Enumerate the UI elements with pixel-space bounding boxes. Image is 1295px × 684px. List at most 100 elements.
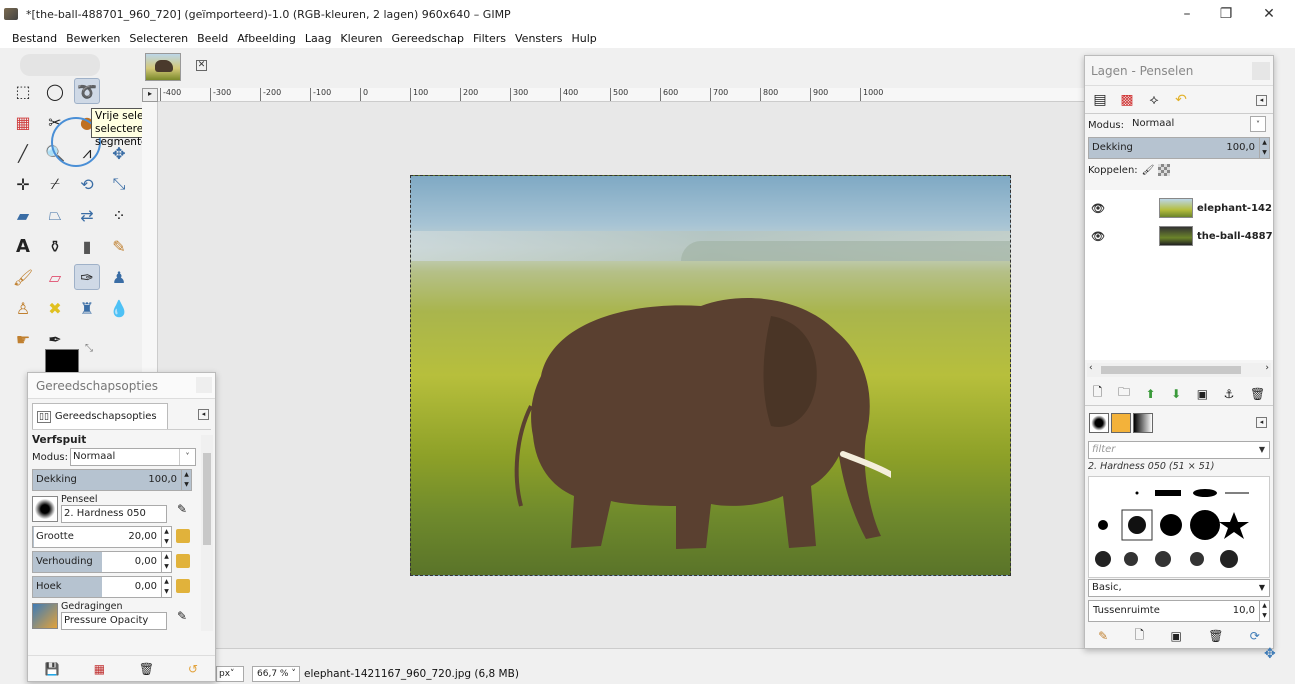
brush-grid[interactable]: [1088, 476, 1270, 578]
layer-row[interactable]: 👁 elephant-14211: [1085, 194, 1273, 222]
edit-brush-icon[interactable]: ✎: [1098, 629, 1108, 643]
menu-bestand[interactable]: Bestand: [12, 32, 57, 45]
flip-icon[interactable]: ⇄: [74, 202, 100, 228]
blur-icon[interactable]: 💧: [106, 295, 132, 321]
navigate-icon[interactable]: ✥: [1264, 646, 1276, 662]
rect-select-icon[interactable]: ⬚: [10, 78, 36, 104]
tab-tool-options[interactable]: ▯▯ Gereedschapsopties: [32, 403, 168, 429]
layer-opacity-slider[interactable]: Dekking 100,0 ▲ ▼: [1088, 137, 1270, 159]
layers-dock-title[interactable]: Lagen - Penselen: [1085, 56, 1273, 86]
ratio-slider[interactable]: Verhouding 0,00 ▲ ▼: [32, 551, 172, 573]
tab-paths-icon[interactable]: ⟡: [1143, 89, 1165, 111]
layer-row[interactable]: 👁 the-ball-488701: [1085, 222, 1273, 250]
dock-close-button[interactable]: [196, 377, 212, 393]
image-canvas[interactable]: [158, 102, 1084, 648]
color-picker-icon[interactable]: ╱: [10, 140, 36, 166]
dynamics-icon[interactable]: [32, 602, 58, 629]
new-layer-group-icon[interactable]: 🗀: [1118, 383, 1130, 404]
restore-options-icon[interactable]: ▦: [94, 662, 105, 676]
anchor-layer-icon[interactable]: ⚓: [1224, 387, 1235, 401]
menu-laag[interactable]: Laag: [305, 32, 332, 45]
ink-icon[interactable]: ♟: [106, 264, 132, 290]
menu-filters[interactable]: Filters: [473, 32, 506, 45]
visibility-eye-icon[interactable]: 👁: [1085, 202, 1111, 215]
airbrush-icon[interactable]: ✑: [74, 264, 100, 290]
scale-icon[interactable]: ⤡: [106, 171, 132, 197]
by-color-select-icon[interactable]: ▦: [10, 109, 36, 135]
menu-gereedschap[interactable]: Gereedschap: [391, 32, 464, 45]
spin-buttons[interactable]: ▲ ▼: [161, 552, 171, 572]
tab-gradients-icon[interactable]: [1133, 413, 1153, 433]
crop-icon[interactable]: ⌿: [42, 171, 68, 197]
ellipse-select-icon[interactable]: ◯: [42, 78, 68, 104]
size-slider[interactable]: Grootte 20,00 ▲ ▼: [32, 526, 172, 548]
tab-menu-icon[interactable]: ◂: [1256, 417, 1267, 428]
scroll-right-icon[interactable]: ›: [1265, 363, 1269, 373]
layer-name[interactable]: the-ball-488701: [1197, 231, 1273, 242]
lock-alpha-icon[interactable]: [1158, 164, 1171, 176]
mode-select[interactable]: Normaal ˅: [70, 448, 197, 466]
tab-menu-icon[interactable]: ◂: [198, 409, 209, 420]
spin-buttons[interactable]: ▲ ▼: [181, 470, 191, 490]
lock-pixels-icon[interactable]: 🖌: [1142, 165, 1155, 176]
menu-vensters[interactable]: Vensters: [515, 32, 562, 45]
visibility-eye-icon[interactable]: 👁: [1085, 230, 1111, 243]
menu-beeld[interactable]: Beeld: [197, 32, 228, 45]
elephant-photo[interactable]: [410, 175, 1011, 576]
edit-dynamics-icon[interactable]: ✎: [177, 609, 187, 623]
swap-colors-icon[interactable]: ⤡: [85, 343, 93, 354]
brush-tag-select[interactable]: Basic, ▼: [1088, 579, 1270, 597]
restore-button[interactable]: ❐: [1203, 0, 1249, 28]
menu-afbeelding[interactable]: Afbeelding: [237, 32, 296, 45]
delete-options-icon[interactable]: 🗑: [139, 662, 154, 676]
reset-options-icon[interactable]: ↺: [188, 662, 198, 676]
scrollbar-thumb[interactable]: [203, 453, 211, 545]
cage-icon[interactable]: ⁘: [106, 202, 132, 228]
align-icon[interactable]: ✛: [10, 171, 36, 197]
refresh-brushes-icon[interactable]: ⟳: [1250, 629, 1260, 643]
image-tab-thumbnail[interactable]: [145, 53, 181, 81]
tab-brushes-icon[interactable]: [1089, 413, 1109, 433]
new-brush-icon[interactable]: 🗋: [1135, 626, 1145, 647]
delete-brush-icon[interactable]: 🗑: [1208, 629, 1223, 643]
reset-icon[interactable]: [176, 528, 190, 543]
delete-layer-icon[interactable]: 🗑: [1250, 387, 1265, 401]
perspective-icon[interactable]: ⏢: [42, 202, 68, 228]
spin-buttons[interactable]: ▲ ▼: [161, 577, 171, 597]
layer-name[interactable]: elephant-14211: [1197, 203, 1273, 214]
fuzzy-select-icon[interactable]: [106, 78, 132, 104]
rotate-icon[interactable]: ⟲: [74, 171, 100, 197]
ruler-corner-button[interactable]: ▸: [142, 88, 158, 102]
scrollbar-thumb[interactable]: [1101, 366, 1241, 374]
perspective-clone-icon[interactable]: ♜: [74, 295, 100, 321]
lower-layer-icon[interactable]: ⬇: [1171, 387, 1181, 401]
bucket-fill-icon[interactable]: ⚱: [42, 233, 68, 259]
shear-icon[interactable]: ▰: [10, 202, 36, 228]
reset-icon[interactable]: [176, 578, 190, 593]
dynamics-field[interactable]: Pressure Opacity: [61, 612, 167, 630]
tool-options-scrollbar[interactable]: [201, 435, 213, 631]
menu-bewerken[interactable]: Bewerken: [66, 32, 120, 45]
duplicate-layer-icon[interactable]: ▣: [1197, 387, 1208, 401]
dock-close-button[interactable]: [1252, 62, 1270, 80]
menu-selecteren[interactable]: Selecteren: [129, 32, 188, 45]
heal-icon[interactable]: ✖: [42, 295, 68, 321]
tab-patterns-icon[interactable]: [1111, 413, 1131, 433]
angle-slider[interactable]: Hoek 0,00 ▲ ▼: [32, 576, 172, 598]
scroll-left-icon[interactable]: ‹: [1089, 363, 1093, 373]
tab-undo-icon[interactable]: ↶: [1170, 89, 1192, 111]
zoom-select[interactable]: 66,7 % ˅: [252, 666, 300, 682]
spin-buttons[interactable]: ▲ ▼: [1259, 601, 1269, 621]
clone-icon[interactable]: ♙: [10, 295, 36, 321]
new-layer-icon[interactable]: 🗋: [1093, 383, 1103, 404]
layers-horizontal-scrollbar[interactable]: ‹ ›: [1087, 363, 1271, 377]
unit-select[interactable]: px˅: [216, 666, 244, 682]
smudge-icon[interactable]: ☛: [10, 326, 36, 352]
brush-preview[interactable]: [32, 495, 58, 522]
brush-spacing-slider[interactable]: Tussenruimte 10,0 ▲ ▼: [1088, 600, 1270, 622]
duplicate-brush-icon[interactable]: ▣: [1171, 629, 1182, 643]
spin-buttons[interactable]: ▲ ▼: [161, 527, 171, 547]
paintbrush-icon[interactable]: 🖌: [10, 264, 36, 290]
menu-kleuren[interactable]: Kleuren: [340, 32, 382, 45]
tab-menu-icon[interactable]: ◂: [1256, 95, 1267, 106]
